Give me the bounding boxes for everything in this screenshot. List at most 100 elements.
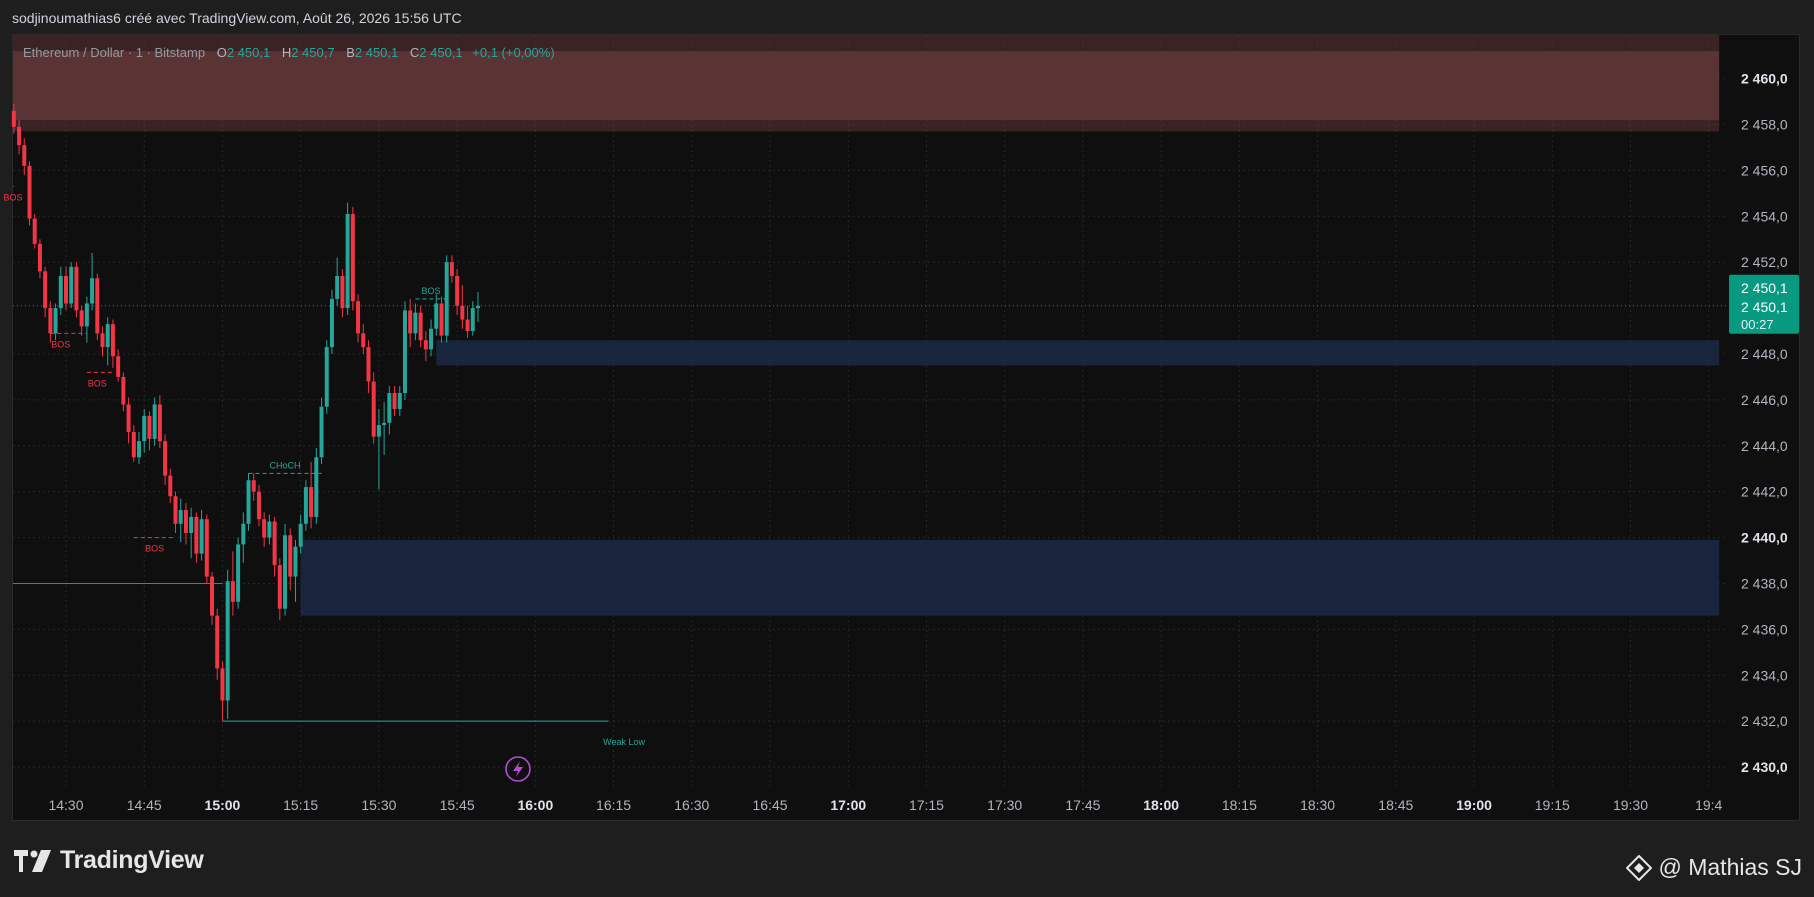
candle-body [69, 266, 74, 304]
y-axis-tick-label: 2 460,0 [1741, 71, 1788, 87]
lightning-bolt-icon [513, 761, 523, 777]
y-axis-tick-label: 2 434,0 [1741, 667, 1788, 683]
candle-body [137, 441, 142, 458]
candle-body [142, 415, 147, 442]
candle-body [79, 310, 84, 327]
tradingview-logo[interactable]: TradingView [14, 846, 204, 875]
candle-body [475, 305, 480, 309]
candle-body [157, 404, 162, 442]
candle-body [241, 523, 246, 545]
candle-body [413, 312, 418, 334]
bos-label: BOS [51, 339, 70, 349]
candle-body [11, 110, 16, 127]
x-axis-tick-label: 18:45 [1378, 797, 1413, 813]
candle-body [147, 415, 152, 439]
candle-body [350, 213, 355, 302]
x-axis-tick-label: 19:30 [1613, 797, 1648, 813]
x-axis-tick-label: 14:30 [48, 797, 83, 813]
candle-body [178, 510, 183, 524]
x-axis-tick-label: 18:30 [1300, 797, 1335, 813]
open-label: O [216, 45, 227, 60]
candle-body [340, 275, 345, 309]
x-axis-tick-label: 16:30 [674, 797, 709, 813]
candle-body [74, 266, 79, 311]
candle-body [131, 432, 136, 458]
candle-body [90, 278, 95, 304]
symbol-legend: Ethereum / Dollar · 1 · Bitstamp O2 450,… [23, 45, 555, 60]
y-axis-tick-label: 2 442,0 [1741, 484, 1788, 500]
candle-body [345, 213, 350, 309]
binance-diamond-icon [1626, 854, 1653, 881]
candle-body [470, 308, 475, 332]
x-axis-tick-label: 16:00 [517, 797, 553, 813]
x-axis-tick-label: 17:15 [909, 797, 944, 813]
close-value: 2 450,1 [419, 45, 463, 60]
candle-body [152, 404, 157, 439]
candle-body [121, 376, 126, 405]
candle-body [95, 278, 100, 334]
candle-body [43, 271, 48, 309]
candle-body [58, 275, 63, 309]
x-axis-tick-label: 18:00 [1143, 797, 1179, 813]
candle-body [189, 516, 194, 533]
close-label: C [409, 45, 420, 60]
candle-body [303, 487, 308, 524]
symbol-name[interactable]: Ethereum / Dollar · 1 · Bitstamp [23, 45, 205, 60]
x-axis-tick-label: 16:15 [596, 797, 631, 813]
y-axis-tick-label: 2 458,0 [1741, 116, 1788, 132]
x-axis-tick-label: 16:45 [753, 797, 788, 813]
candle-body [335, 275, 340, 299]
x-axis-tick-label: 18:15 [1222, 797, 1257, 813]
x-axis-tick-label: 19:00 [1456, 797, 1492, 813]
bos-label: BOS [3, 192, 22, 202]
candle-body [376, 425, 381, 437]
brand-text: TradingView [60, 846, 204, 874]
y-axis-tick-label: 2 440,0 [1741, 530, 1788, 546]
candle-body [314, 457, 319, 517]
low-label: B [346, 45, 355, 60]
candle-body [225, 581, 230, 701]
price-tag-value-2: 2 450,1 [1741, 299, 1788, 315]
price-tag-value: 2 450,1 [1741, 280, 1788, 296]
candle-body [267, 521, 272, 538]
candle-body [210, 576, 215, 616]
author-credit: @ Mathias SJ [1626, 854, 1802, 881]
candle-body [246, 480, 251, 524]
candle-body [116, 356, 121, 377]
bos-label: BOS [422, 286, 441, 296]
high-label: H [281, 45, 292, 60]
candle-body [319, 406, 324, 458]
bos-label: BOS [145, 544, 164, 554]
candle-body [387, 392, 392, 423]
candle-body [215, 615, 220, 669]
x-axis-tick-label: 17:30 [987, 797, 1022, 813]
candle-body [397, 392, 402, 410]
candlestick-chart[interactable]: BOS BOS BOS BOS CHoCH BOS Weak Low 2 430,0 2 432… [0, 0, 1814, 897]
y-axis-tick-label: 2 452,0 [1741, 254, 1788, 270]
candle-body [48, 308, 53, 334]
candle-body [298, 523, 303, 547]
x-axis-tick-label: 19:4 [1695, 797, 1722, 813]
demand-zone-lower [300, 539, 1720, 616]
y-axis-tick-label: 2 430,0 [1741, 759, 1788, 775]
candle-body [439, 303, 444, 336]
demand-zone-upper [436, 340, 1720, 366]
y-axis-tick-label: 2 446,0 [1741, 392, 1788, 408]
supply-zone-core [13, 51, 1720, 120]
candle-body [361, 333, 366, 348]
candle-body [251, 480, 256, 492]
candle-body [256, 491, 261, 520]
open-value: 2 450,1 [226, 45, 271, 60]
candle-body [163, 441, 168, 476]
x-axis-tick-label: 19:15 [1535, 797, 1570, 813]
high-value: 2 450,7 [291, 45, 335, 60]
candle-body [53, 308, 58, 334]
candle-body [418, 312, 423, 341]
candle-body [324, 347, 329, 407]
candle-body [408, 310, 413, 334]
candle-body [168, 475, 173, 497]
low-value: 2 450,1 [354, 45, 399, 60]
candle-body [236, 544, 241, 602]
candle-body [32, 218, 37, 244]
candle-body [27, 165, 32, 219]
